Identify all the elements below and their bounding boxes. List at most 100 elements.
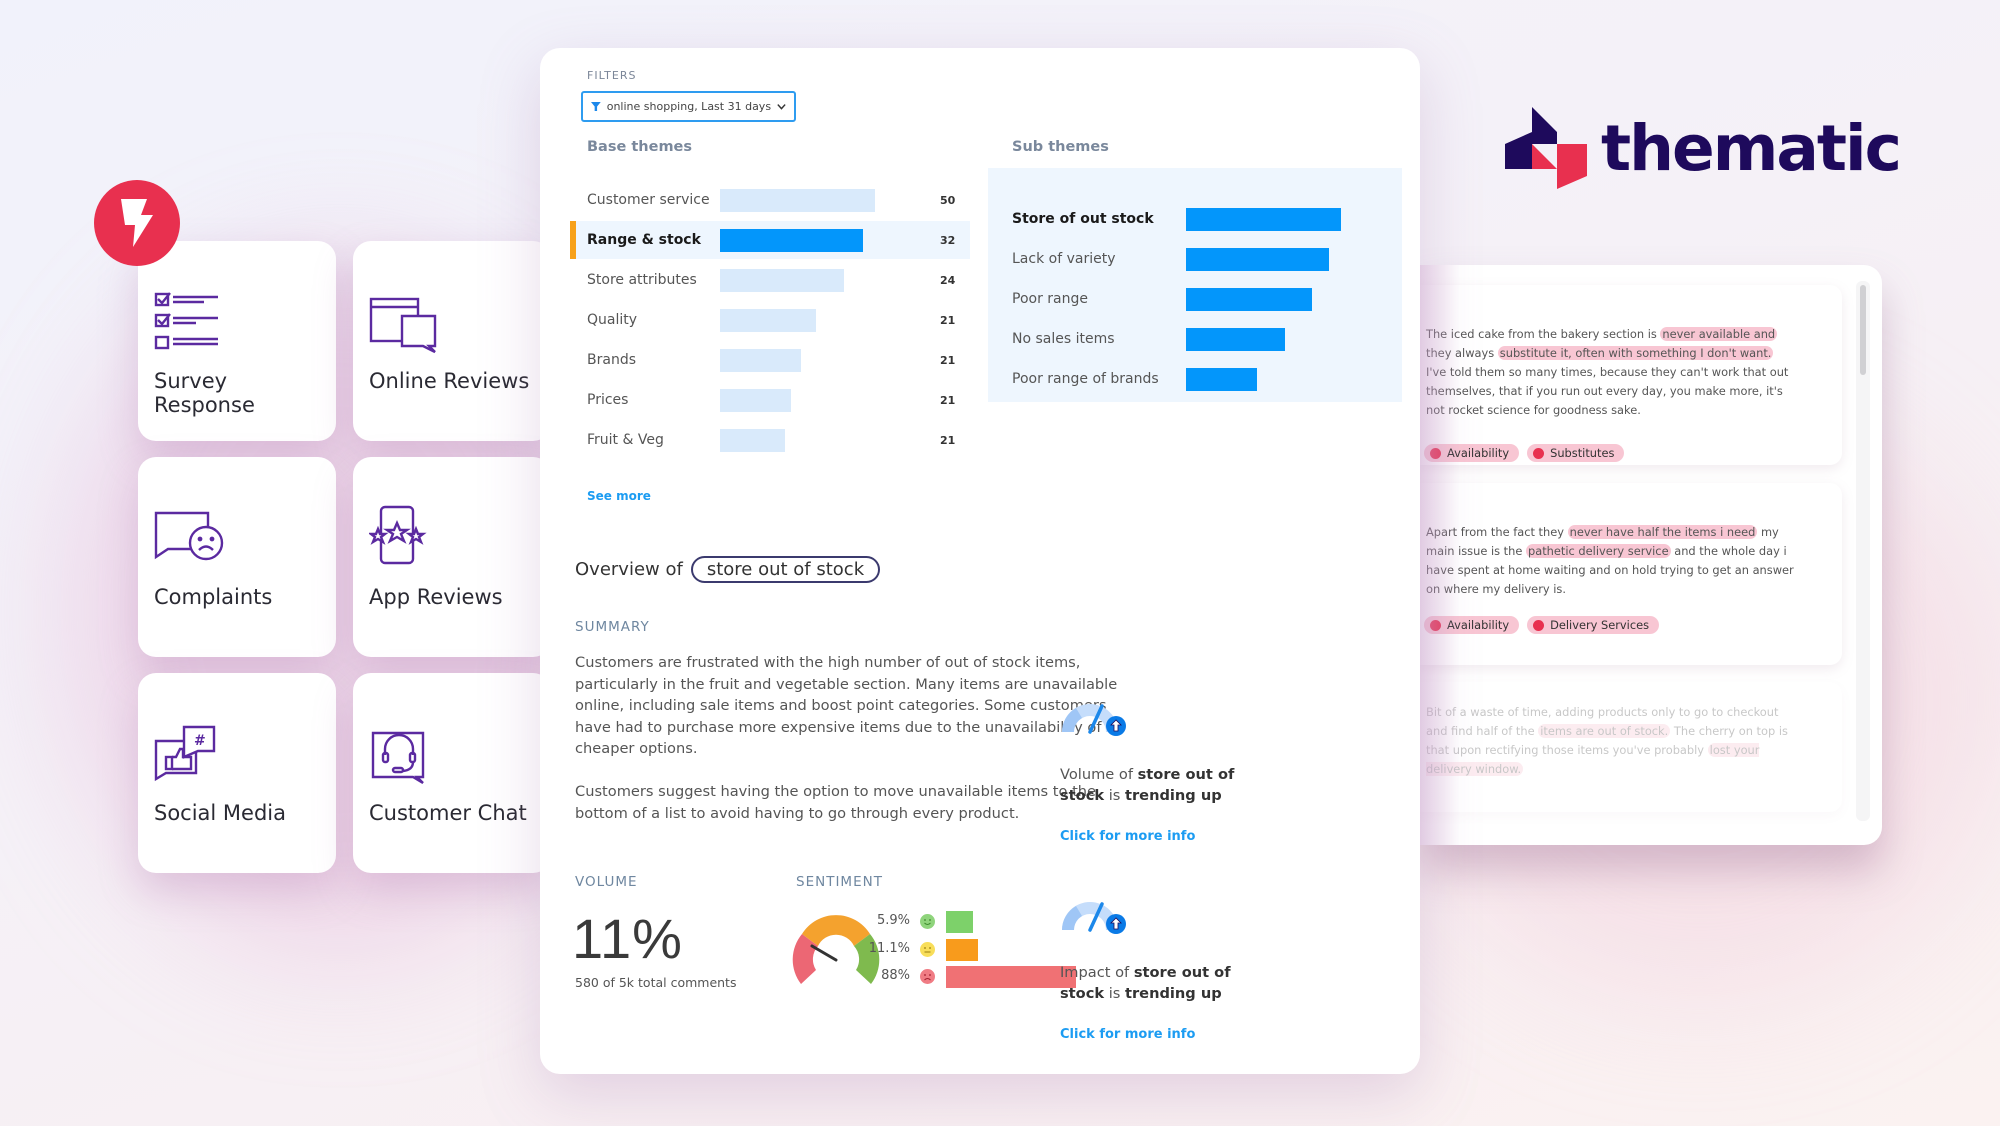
sub-theme-row[interactable]: Lack of variety [988,240,1402,278]
sub-theme-name: No sales items [1012,331,1115,347]
source-tile-label: Online Reviews [369,369,530,393]
comment-card[interactable]: Bit of a waste of time, adding products … [1420,682,1842,812]
highlighted-phrase: substitute it, often with something I do… [1497,346,1774,360]
source-tile-app-reviews[interactable]: App Reviews [353,457,551,657]
trend-verb: is [1108,787,1121,804]
thumbs-up-hashtag-icon: # [154,725,216,782]
sentiment-percent: 11.1% [868,940,910,956]
base-theme-bar [720,228,863,252]
source-tile-social-media[interactable]: # Social Media [138,673,336,873]
base-theme-name: Quality [587,312,638,328]
base-theme-row[interactable]: Prices 21 [570,381,970,419]
theme-tag[interactable]: Availability [1424,444,1520,462]
sub-theme-bar [1186,327,1285,351]
theme-tag-label: Delivery Services [1550,618,1650,632]
base-theme-count: 21 [940,393,956,407]
base-themes-heading: Base themes [587,139,693,155]
base-theme-bar [720,348,801,372]
chevron-down-icon [777,103,786,110]
sentiment-bar [946,938,978,961]
comment-card[interactable]: Apart from the fact they never have half… [1420,483,1842,665]
sub-theme-row[interactable]: Poor range of brands [988,360,1402,398]
comments-scrollbar-thumb[interactable] [1860,285,1866,375]
base-theme-name: Brands [587,352,636,368]
negative-sentiment-icon [1533,447,1545,459]
filters-label: FILTERS [587,69,637,82]
overview-heading: Overview of store out of stock [575,556,881,583]
base-theme-bar [720,428,785,452]
source-tile-online-reviews[interactable]: Online Reviews [353,241,551,441]
theme-tag[interactable]: Delivery Services [1527,616,1660,634]
happy-face-icon [920,914,935,929]
sub-theme-name: Poor range of brands [1012,371,1159,387]
sub-theme-bar [1186,367,1257,391]
volume-label: VOLUME [575,874,638,890]
base-theme-count: 21 [940,433,956,447]
comment-segment: Apart from the fact they [1426,525,1568,539]
source-tile-complaints[interactable]: Complaints [138,457,336,657]
comment-segment: The iced cake from the bakery section is [1426,327,1661,341]
source-tile-label: Social Media [154,801,287,825]
sentiment-percent: 88% [881,968,910,983]
trend-text: Impact of store out of stock is trending… [1060,962,1260,1004]
thematic-wordmark: thematic [1601,111,1902,185]
sub-theme-bar [1186,287,1312,311]
sentiment-bar [946,911,973,933]
sub-theme-row[interactable]: Poor range [988,280,1402,318]
overview-prefix: Overview of [575,559,683,580]
base-theme-row[interactable]: Store attributes 24 [570,261,970,299]
more-info-link[interactable]: Click for more info [1060,1027,1260,1042]
comment-tags: Availability Delivery Services [1424,616,1660,634]
theme-analysis-panel: FILTERS online shopping, Last 31 days Ba… [540,48,1420,1074]
sub-theme-name: Poor range [1012,291,1088,307]
base-theme-count: 32 [940,233,956,247]
svg-text:#: # [194,733,206,749]
base-theme-row[interactable]: Fruit & Veg 21 [570,421,970,459]
sentiment-percent: 5.9% [876,913,910,928]
sub-themes-heading: Sub themes [1012,139,1109,155]
lightning-bolt-icon [121,199,153,247]
source-tile-label: Complaints [154,585,273,609]
theme-tag[interactable]: Availability [1424,616,1520,634]
theme-tag-label: Availability [1447,446,1510,460]
comment-card[interactable]: The iced cake from the bakery section is… [1420,285,1842,465]
highlighted-phrase: never have half the items i need [1567,525,1758,539]
comment-tags: Availability Substitutes [1424,444,1625,462]
source-tile-label: Survey Response [154,369,255,417]
sub-theme-row[interactable]: Store of out stock [988,200,1402,238]
source-tile-customer-chat[interactable]: Customer Chat [353,673,551,873]
base-theme-row[interactable]: Quality 21 [570,301,970,339]
theme-tag-label: Availability [1447,618,1510,632]
sentiment-label: SENTIMENT [796,874,883,890]
trend-subject-cont: stock [1060,787,1105,804]
phone-stars-icon [369,505,427,565]
negative-sentiment-icon [1430,619,1441,631]
base-theme-name: Fruit & Veg [587,432,664,448]
volume-value: 11% [572,907,683,970]
source-tile-survey-response[interactable]: Survey Response [138,241,336,441]
survey-checklist-icon [154,292,218,350]
highlighted-phrase: never available and [1660,327,1778,341]
comment-segment: they always [1426,346,1498,360]
base-theme-bar [720,268,844,292]
base-theme-name: Prices [587,392,629,408]
neutral-face-icon [920,941,935,957]
lightning-badge [94,180,180,266]
filter-value: online shopping, Last 31 days [606,100,772,113]
base-theme-row[interactable]: Customer service 50 [570,181,970,219]
see-more-link[interactable]: See more [587,489,651,503]
base-theme-row[interactable]: Range & stock 32 [570,221,970,259]
trend-subject: store out of [1133,964,1231,981]
more-info-link[interactable]: Click for more info [1060,829,1260,844]
overview-theme-pill[interactable]: store out of stock [690,556,881,583]
theme-tag-label: Substitutes [1550,446,1615,460]
sentiment-bar [946,966,1076,988]
filter-dropdown[interactable]: online shopping, Last 31 days [581,91,796,122]
sub-theme-row[interactable]: No sales items [988,320,1402,358]
base-theme-row[interactable]: Brands 21 [570,341,970,379]
highlighted-phrase: items are out of stock. [1538,724,1671,738]
theme-tag[interactable]: Substitutes [1527,444,1625,462]
sub-theme-name: Store of out stock [1012,211,1154,227]
sub-theme-bar [1186,207,1341,231]
source-tile-label: App Reviews [369,585,503,609]
